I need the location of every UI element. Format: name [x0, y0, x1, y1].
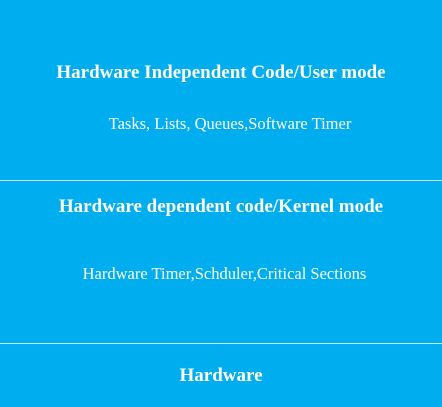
user-mode-layer: Hardware Independent Code/User mode Task…	[0, 0, 442, 180]
kernel-mode-layer: Hardware dependent code/Kernel mode Hard…	[0, 181, 442, 343]
kernel-mode-layer-title: Hardware dependent code/Kernel mode	[58, 196, 384, 217]
hardware-layer: Hardware	[0, 344, 442, 407]
hardware-layer-title: Hardware	[179, 365, 263, 386]
kernel-mode-layer-description: Hardware Timer,Schduler,Critical Section…	[82, 264, 367, 283]
user-mode-layer-description: Tasks, Lists, Queues,Software Timer	[108, 114, 352, 133]
layer-stack-diagram: Hardware Independent Code/User mode Task…	[0, 0, 442, 407]
user-mode-layer-title: Hardware Independent Code/User mode	[56, 62, 386, 83]
